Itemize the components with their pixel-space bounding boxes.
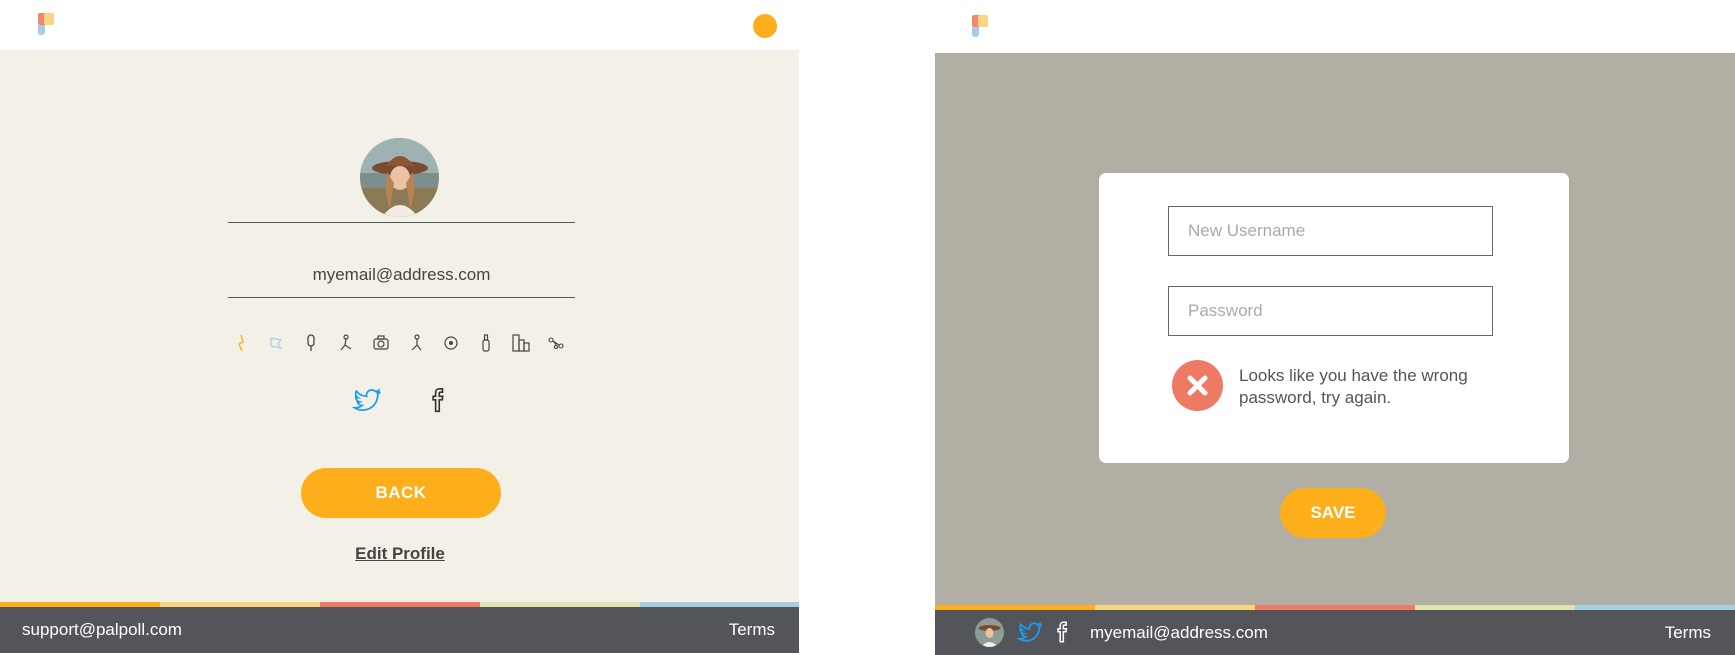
top-bar — [935, 0, 1735, 53]
user-menu-avatar[interactable] — [753, 14, 777, 38]
password-input[interactable]: Password — [1168, 286, 1493, 336]
terms-link[interactable]: Terms — [1665, 623, 1711, 643]
microphone-icon[interactable] — [300, 328, 322, 358]
buildings-icon[interactable] — [510, 328, 532, 358]
profile-avatar — [360, 138, 439, 217]
edit-credentials-dialog: New Username Password Looks like you hav… — [1099, 173, 1569, 463]
twitter-icon[interactable] — [1016, 619, 1043, 645]
badge-icon-row — [225, 328, 565, 358]
target-icon[interactable] — [440, 328, 462, 358]
sparkle-icon[interactable] — [230, 328, 252, 358]
footer-email: myemail@address.com — [1090, 623, 1268, 642]
connections-icon[interactable] — [545, 328, 567, 358]
facebook-icon[interactable] — [1051, 619, 1077, 645]
app-logo[interactable] — [972, 15, 990, 39]
camera-icon[interactable] — [370, 328, 392, 358]
person-icon[interactable] — [405, 328, 427, 358]
edit-profile-panel: New Username Password Looks like you hav… — [935, 0, 1735, 655]
footer: support@palpoll.com Terms — [0, 607, 799, 653]
app-logo[interactable] — [38, 13, 56, 37]
error-message: Looks like you have the wrong password, … — [1239, 366, 1468, 407]
user-email: myemail@address.com — [312, 265, 491, 284]
new-username-input[interactable]: New Username — [1168, 206, 1493, 256]
facebook-icon[interactable] — [425, 385, 455, 415]
terms-link[interactable]: Terms — [729, 620, 775, 640]
back-button[interactable]: BACK — [301, 468, 501, 518]
edit-profile-link[interactable]: Edit Profile — [300, 544, 500, 564]
top-bar — [0, 0, 799, 50]
profile-content: myemail@address.com BACK Edit Profile — [0, 50, 799, 602]
footer: myemail@address.com Terms — [935, 610, 1735, 655]
modal-overlay: New Username Password Looks like you hav… — [935, 53, 1735, 605]
profile-panel: myemail@address.com BACK Edit Profile su… — [0, 0, 799, 653]
flag-icon[interactable] — [265, 328, 287, 358]
twitter-icon[interactable] — [351, 385, 382, 415]
save-button[interactable]: SAVE — [1280, 488, 1386, 538]
support-email-link[interactable]: support@palpoll.com — [22, 620, 182, 640]
figure-icon[interactable] — [335, 328, 357, 358]
error-icon — [1172, 360, 1223, 411]
divider-top — [228, 222, 575, 223]
divider-bottom — [228, 297, 575, 298]
footer-avatar[interactable] — [975, 618, 1004, 647]
bottle-icon[interactable] — [475, 328, 497, 358]
